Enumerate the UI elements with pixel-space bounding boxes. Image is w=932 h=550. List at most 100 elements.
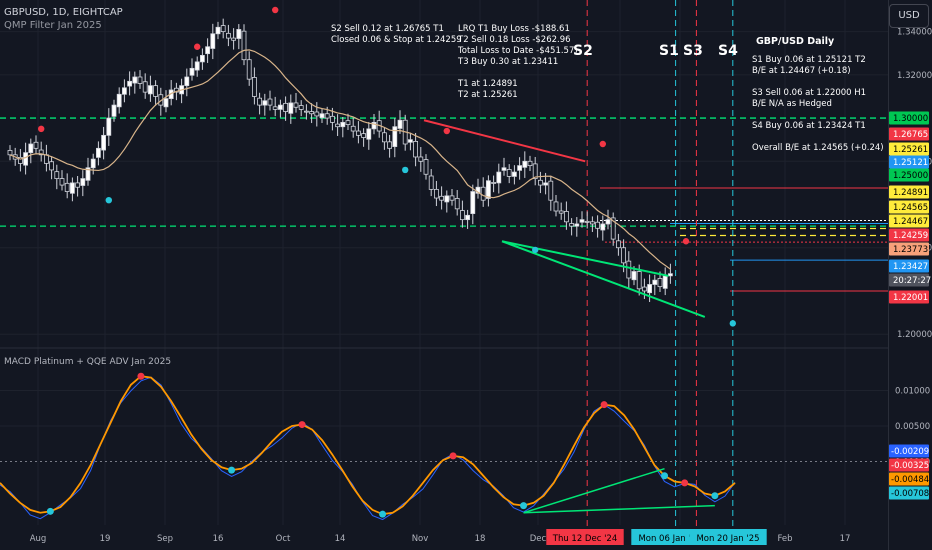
candle-body xyxy=(381,132,387,143)
time-axis: Aug 19 Sep 16 Oct 14 Nov 18 Dec Thu 12 Dec '24 Mon… xyxy=(30,529,851,545)
candle-body xyxy=(59,178,65,186)
signal-dots xyxy=(38,6,736,327)
candle-body xyxy=(241,30,247,61)
candle-body xyxy=(205,46,211,55)
candle-body xyxy=(142,81,148,93)
note-summary: S1 Buy 0.06 at 1.25121 T2 B/E at 1.24467… xyxy=(752,55,884,153)
macd-low-dot xyxy=(46,507,54,515)
candle-body xyxy=(465,214,471,221)
time-tick-label: Aug xyxy=(30,534,47,544)
candle-body xyxy=(283,102,289,112)
macd-title[interactable]: MACD Platinum + QQE ADV Jan 2025 xyxy=(4,357,171,367)
buy-signal-dot xyxy=(402,166,409,174)
candle-body xyxy=(340,121,346,128)
macd-high-dot xyxy=(681,479,689,487)
candle-body xyxy=(558,210,564,214)
candle-body xyxy=(262,100,268,106)
candle-body xyxy=(293,102,299,108)
macd-low-dot xyxy=(711,492,719,500)
candle-body xyxy=(433,188,439,199)
candle-body xyxy=(652,279,658,285)
currency-button[interactable]: USD xyxy=(889,4,929,28)
indicator-title[interactable]: QMP Filter Jan 2025 xyxy=(4,19,123,32)
candle-body xyxy=(49,161,54,171)
candle-body xyxy=(600,223,606,231)
macd-low-dot xyxy=(379,510,387,518)
time-tick-label: Nov xyxy=(412,534,429,544)
time-tick-label: 18 xyxy=(475,534,486,544)
macd-high-dot xyxy=(449,452,457,460)
time-tick-label: 17 xyxy=(840,534,851,544)
symbol-title[interactable]: GBPUSD, 1D, EIGHTCAP xyxy=(4,6,123,19)
candle-body xyxy=(428,175,434,190)
candle-body xyxy=(246,59,252,80)
candle-body xyxy=(96,147,101,158)
candle-body xyxy=(231,37,237,41)
candle-body xyxy=(512,171,517,177)
macd-high-dot xyxy=(298,421,306,429)
candle-body xyxy=(163,98,169,108)
time-tick-label: 16 xyxy=(213,534,224,544)
trendline xyxy=(501,240,706,318)
candle-body xyxy=(54,171,60,179)
candle-body xyxy=(23,152,29,166)
candle-body xyxy=(319,113,325,119)
sell-signal-dot xyxy=(599,140,606,148)
buy-signal-dot xyxy=(532,246,539,254)
candle-body xyxy=(225,32,231,39)
candle-body xyxy=(454,198,460,210)
candle-body xyxy=(7,150,13,156)
price-axis-panel[interactable] xyxy=(888,0,932,550)
candle-body xyxy=(392,126,398,147)
candle-body xyxy=(350,125,356,132)
candle-body xyxy=(215,26,221,35)
candle-body xyxy=(137,76,143,84)
candle-body xyxy=(480,186,486,201)
candle-body xyxy=(64,182,70,192)
candle-body xyxy=(277,104,283,110)
candle-body xyxy=(122,87,127,95)
candle-body xyxy=(132,76,138,84)
candle-body xyxy=(361,133,367,138)
candle-body xyxy=(153,85,159,97)
candle-body xyxy=(662,275,668,289)
buy-signal-dot xyxy=(729,320,736,327)
candle-body xyxy=(147,85,153,95)
time-tick-label: 14 xyxy=(335,534,346,544)
chart-header: GBPUSD, 1D, EIGHTCAP QMP Filter Jan 2025 xyxy=(4,6,123,32)
signal-label-s4: S4 xyxy=(718,43,738,59)
candle-body xyxy=(335,123,341,128)
candle-body xyxy=(491,182,497,184)
candle-body xyxy=(590,221,595,225)
macd-low-dot xyxy=(228,466,236,474)
candle-body xyxy=(236,29,242,39)
candle-body xyxy=(413,141,419,158)
signal-label-s1: S1 xyxy=(659,43,679,59)
candle-body xyxy=(642,286,647,292)
candle-body xyxy=(127,80,132,87)
sell-signal-dot xyxy=(194,43,201,50)
candle-body xyxy=(595,221,600,229)
candle-body xyxy=(553,201,559,212)
candle-body xyxy=(574,223,580,227)
time-tick-label: 19 xyxy=(100,534,111,544)
candle-body xyxy=(210,33,216,49)
candle-body xyxy=(329,115,335,123)
sell-signal-dot xyxy=(38,125,45,133)
note-trades: LRQ T1 Buy Loss -$188.61 T2 Sell 0.18 Lo… xyxy=(458,24,578,100)
candle-body xyxy=(345,120,351,125)
candle-body xyxy=(111,104,117,117)
candle-body xyxy=(75,182,80,188)
candle-body xyxy=(199,54,205,63)
candle-body xyxy=(668,273,673,277)
candle-body xyxy=(626,260,632,279)
candle-body xyxy=(657,278,663,288)
macd-high-dot xyxy=(600,401,608,409)
candle-body xyxy=(267,98,273,106)
candle-body xyxy=(605,219,611,225)
candle-body xyxy=(444,195,450,203)
candle-body xyxy=(28,143,34,154)
candle-body xyxy=(257,97,263,106)
candle-body xyxy=(636,271,642,290)
candle-body xyxy=(548,180,554,201)
